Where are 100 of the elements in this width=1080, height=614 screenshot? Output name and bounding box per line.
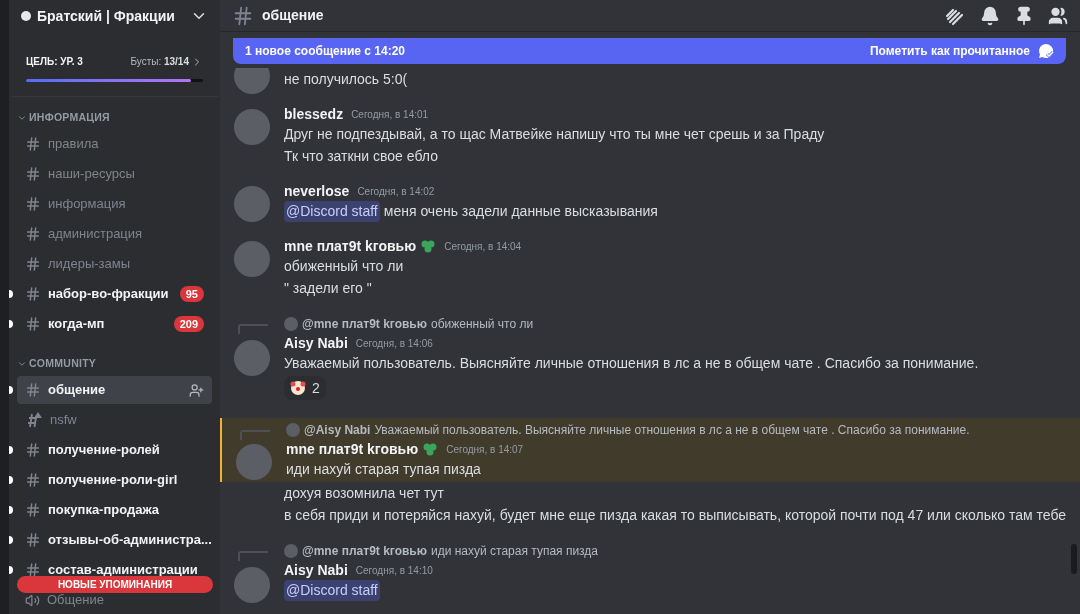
avatar[interactable] — [234, 340, 270, 376]
avatar[interactable] — [286, 423, 300, 437]
hash-icon — [25, 382, 41, 398]
hash-warning-icon — [25, 411, 43, 429]
message-text: иди нахуй старая тупая пизда — [286, 459, 481, 479]
author-name[interactable]: neverlose — [284, 180, 350, 202]
channel-title: общение — [262, 6, 324, 25]
category-header[interactable]: COMMUNITY — [17, 353, 212, 375]
reaction-count: 2 — [312, 378, 320, 398]
hash-icon — [25, 256, 41, 272]
hash-icon — [25, 316, 41, 332]
pin-icon[interactable] — [1014, 5, 1034, 26]
message-text: не получилось 5:0( — [284, 69, 408, 89]
author-name[interactable]: mne плат9t kговью — [284, 235, 417, 257]
unread-count: 95 — [179, 286, 204, 302]
clown-emoji-icon — [290, 380, 306, 396]
channel-name: лидеры-замы — [48, 255, 131, 274]
channel-name: Общение — [47, 591, 104, 610]
boost-goal: ЦЕЛЬ: УР. 3 — [26, 55, 83, 69]
channel-item[interactable]: лидеры-замы — [17, 250, 212, 278]
hash-icon — [25, 472, 41, 488]
hash-icon — [25, 502, 41, 518]
reply-line — [240, 430, 270, 440]
hash-icon — [25, 136, 41, 152]
reply-line — [238, 324, 268, 334]
message-text: Тк что заткни свое ебло — [284, 146, 438, 166]
avatar[interactable] — [234, 109, 270, 145]
channel-item[interactable]: правила — [17, 130, 212, 158]
bell-icon[interactable] — [980, 5, 1000, 26]
new-mentions-toast[interactable]: НОВЫЕ УПОМИНАНИЯ — [17, 576, 213, 593]
author-name[interactable]: blessedz — [284, 103, 344, 125]
author-name[interactable]: Aisy Nabi — [284, 332, 348, 354]
hash-icon — [25, 286, 41, 302]
hash-icon — [25, 442, 41, 458]
message-time: Сегодня, в 14:01 — [351, 107, 429, 122]
chat-check-icon — [1038, 43, 1054, 59]
message-text: дохуя возомнила чет тут — [284, 483, 444, 503]
scrollbar-thumb[interactable] — [1071, 544, 1077, 574]
avatar[interactable] — [236, 444, 272, 480]
message-time: Сегодня, в 14:07 — [446, 442, 524, 457]
message-text: в себя приди и потеряйся нахуй, будет мне еще пизда какая то выписывать, которой почти под 47 или сколько там тебе — [284, 505, 1067, 525]
message-text: " задели его " — [284, 278, 372, 298]
mention-link[interactable]: @Discord staff — [284, 200, 380, 222]
avatar[interactable] — [234, 567, 270, 603]
members-icon[interactable] — [1048, 5, 1068, 26]
channel-item[interactable]: наши-ресурсы — [17, 160, 212, 188]
channel-item[interactable]: получение-ролей — [17, 436, 212, 464]
hash-icon — [232, 4, 254, 27]
hash-icon — [25, 532, 41, 548]
reaction-chip[interactable]: 2 — [284, 376, 326, 400]
unread-count: 209 — [173, 316, 204, 332]
channel-item[interactable]: администрация — [17, 220, 212, 248]
leaf-badge-icon — [420, 238, 437, 254]
reply-preview[interactable]: Уважаемый пользователь. Выясняйте личные отношения в лс а не в общем чате . Спасибо за понимание. — [374, 421, 970, 439]
server-icon — [21, 11, 31, 21]
server-name[interactable]: Братский | Фракции — [37, 5, 175, 27]
channel-name: администрация — [48, 225, 143, 244]
author-name[interactable]: Aisy Nabi — [284, 559, 348, 581]
message-time: Сегодня, в 14:04 — [444, 239, 522, 254]
avatar[interactable] — [284, 317, 298, 331]
channel-name: получение-роли-girl — [48, 471, 178, 490]
chevron-down-icon — [17, 359, 27, 369]
channel-item[interactable]: покупка-продажа — [17, 496, 212, 524]
new-messages-banner[interactable]: 1 новое сообщение с 14:20 Пометить как прочитанное — [233, 38, 1066, 64]
chevron-down-icon — [17, 113, 27, 123]
channel-item[interactable]: набор-во-фракции 95 — [17, 280, 212, 308]
message-text: обиженный что ли — [284, 256, 404, 276]
channel-item[interactable]: общение — [17, 376, 212, 404]
boost-count[interactable]: Бусты: 13/14 — [130, 54, 189, 69]
channel-name: nsfw — [50, 411, 77, 430]
channel-item[interactable]: nsfw — [17, 406, 212, 434]
message-text: меня очень задели данные высказывания — [383, 201, 658, 221]
mark-read-link[interactable]: Пометить как прочитанное — [869, 42, 1030, 60]
reply-author[interactable]: @Aisy Nabi — [304, 421, 371, 439]
author-name[interactable]: mne плат9t kговью — [286, 438, 419, 460]
avatar[interactable] — [234, 241, 270, 277]
channel-item[interactable]: получение-роли-girl — [17, 466, 212, 494]
message-time: Сегодня, в 14:06 — [355, 336, 433, 351]
avatar[interactable] — [234, 186, 270, 222]
channel-item[interactable]: информация — [17, 190, 212, 218]
channel-name: когда-мп — [48, 315, 105, 334]
channel-name: отзывы-об-администра... — [48, 531, 212, 550]
reply-preview[interactable]: обиженный что ли — [431, 315, 534, 333]
channel-item[interactable]: отзывы-об-администра... — [17, 526, 212, 554]
avatar[interactable] — [234, 68, 270, 94]
reply-author[interactable]: @mne плат9t kговью — [302, 315, 427, 333]
avatar[interactable] — [284, 544, 298, 558]
hash-icon — [25, 166, 41, 182]
reply-preview[interactable]: иди нахуй старая тупая пизда — [431, 542, 599, 560]
channel-item[interactable]: когда-мп 209 — [17, 310, 212, 338]
add-member-icon[interactable] — [189, 382, 204, 398]
reply-author[interactable]: @mne плат9t kговью — [302, 542, 427, 560]
message-time: Сегодня, в 14:10 — [355, 563, 433, 578]
message-text: Уважаемый пользователь. Выясняйте личные отношения в лс а не в общем чате . Спасибо за понимание. — [284, 353, 979, 373]
channel-name: наши-ресурсы — [48, 165, 135, 184]
message-time: Сегодня, в 14:02 — [357, 184, 435, 199]
category-header[interactable]: ИНФОРМАЦИЯ — [17, 107, 212, 129]
message-text: Друг не подпездывай, а то щас Матвейке напишу что ты мне чет срешь и за Праду — [284, 124, 825, 144]
channel-name: получение-ролей — [48, 441, 160, 460]
mention-link[interactable]: @Discord staff — [284, 579, 380, 601]
